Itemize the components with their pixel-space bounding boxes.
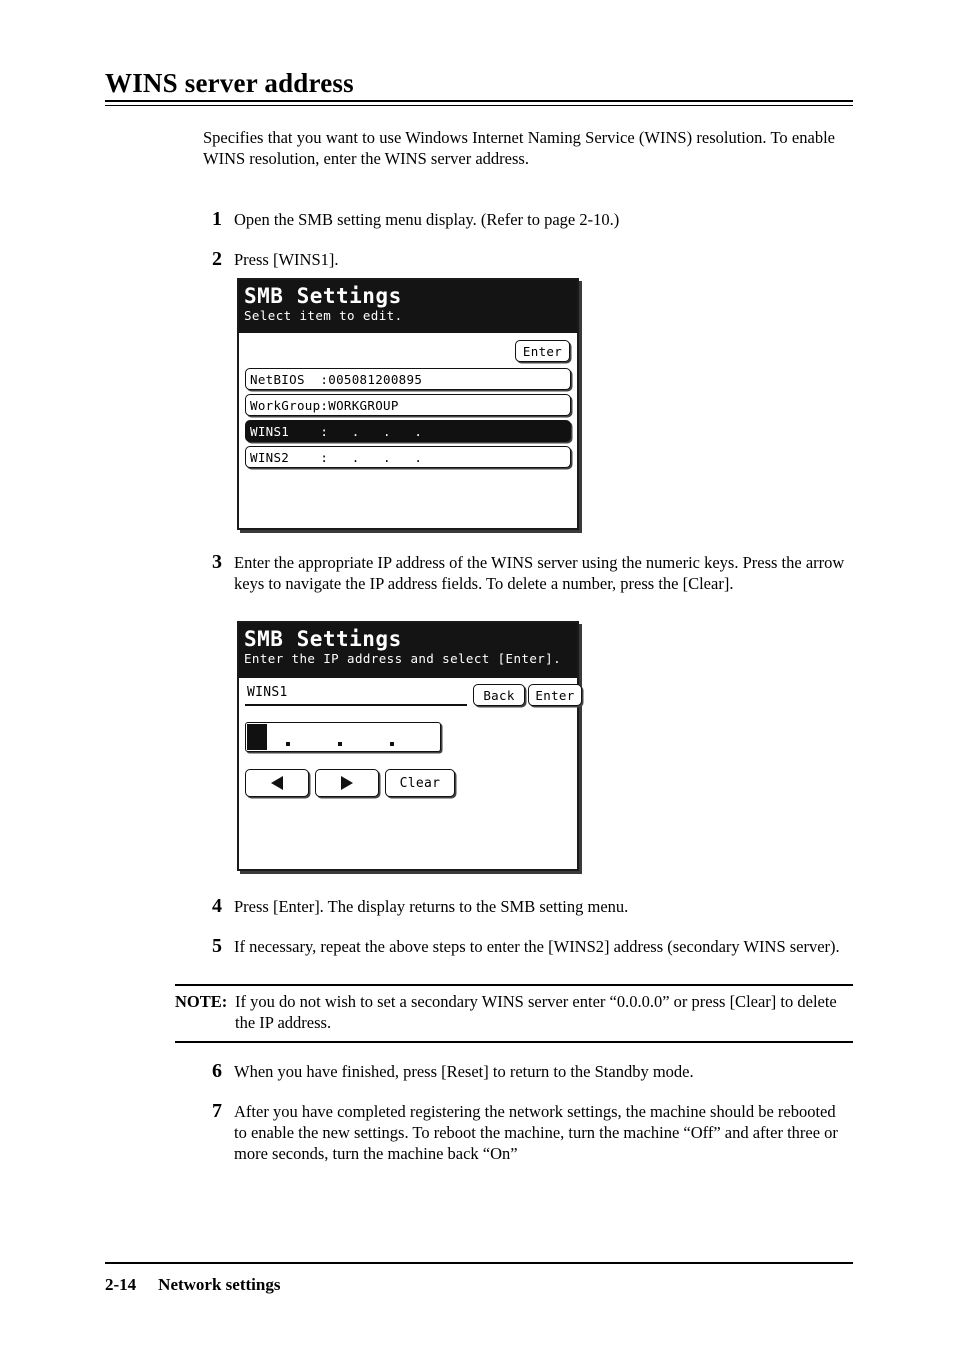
lcd2-header: SMB Settings Enter the IP address and se…	[239, 623, 577, 678]
lcd1-row-netbios[interactable]: NetBIOS :005081200895	[245, 368, 571, 390]
lcd1-row-netbios-label: NetBIOS :005081200895	[250, 371, 423, 387]
note-label: NOTE:	[175, 992, 228, 1011]
note-text: If you do not wish to set a secondary WI…	[235, 992, 837, 1032]
lcd1-row-wins2-label: WINS2 : . . .	[250, 449, 423, 465]
step-2-number: 2	[212, 248, 222, 270]
clear-button[interactable]: Clear	[385, 769, 455, 797]
lcd2-button-row: Clear	[245, 769, 455, 797]
arrow-left-icon	[271, 776, 283, 790]
ip-separator-dot-3	[390, 742, 394, 746]
lcd1-body: Enter NetBIOS :005081200895 WorkGroup:WO…	[239, 333, 577, 528]
lcd2-title: SMB Settings	[244, 627, 402, 651]
lcd2-subtitle: Enter the IP address and select [Enter].	[244, 651, 562, 666]
lcd2-field-label: WINS1	[247, 685, 288, 700]
note-rule-top	[175, 984, 853, 986]
footer-page-number: 2-14	[105, 1275, 137, 1294]
ip-input-cursor	[247, 724, 267, 750]
lcd1-subtitle: Select item to edit.	[244, 308, 403, 323]
step-6: 6 When you have finished, press [Reset] …	[212, 1061, 852, 1082]
arrow-left-button[interactable]	[245, 769, 309, 797]
step-5-text: If necessary, repeat the above steps to …	[234, 937, 840, 956]
lcd2-field-underline	[245, 704, 467, 706]
lcd2-field-header: WINS1 Back Enter	[245, 683, 582, 713]
step-6-text: When you have finished, press [Reset] to…	[234, 1062, 694, 1081]
footer-rule	[105, 1262, 853, 1264]
step-1: 1 Open the SMB setting menu display. (Re…	[212, 209, 852, 230]
lcd1-topbar: Enter	[245, 338, 571, 365]
step-1-text: Open the SMB setting menu display. (Refe…	[234, 210, 620, 229]
lcd-screenshot-wins1-ip-entry: SMB Settings Enter the IP address and se…	[237, 621, 582, 871]
step-7: 7 After you have completed registering t…	[212, 1101, 852, 1164]
step-6-number: 6	[212, 1060, 222, 1082]
lcd1-row-wins1-label: WINS1 : . . .	[250, 423, 423, 439]
ip-separator-dot-2	[338, 742, 342, 746]
arrow-right-button[interactable]	[315, 769, 379, 797]
step-5-number: 5	[212, 935, 222, 957]
lcd2-enter-button[interactable]: Enter	[528, 684, 582, 706]
lcd1-header: SMB Settings Select item to edit.	[239, 280, 577, 333]
step-3: 3 Enter the appropriate IP address of th…	[212, 552, 852, 594]
ip-separator-dot-1	[286, 742, 290, 746]
lcd1-row-workgroup[interactable]: WorkGroup:WORKGROUP	[245, 394, 571, 416]
footer: 2-14 Network settings	[105, 1275, 280, 1295]
step-4-number: 4	[212, 895, 222, 917]
step-3-number: 3	[212, 551, 222, 573]
note-rule-bottom	[175, 1041, 853, 1043]
step-3-text: Enter the appropriate IP address of the …	[234, 553, 845, 593]
step-2: 2 Press [WINS1].	[212, 249, 852, 270]
ip-address-input[interactable]	[245, 722, 441, 752]
lcd1-row-wins2[interactable]: WINS2 : . . .	[245, 446, 571, 468]
note-block: NOTE: If you do not wish to set a second…	[175, 991, 853, 1033]
title-rule-thin	[105, 105, 853, 106]
lcd2-body: WINS1 Back Enter Clear	[239, 678, 582, 869]
step-1-number: 1	[212, 208, 222, 230]
footer-section-title: Network settings	[158, 1275, 281, 1294]
lcd1-row-workgroup-label: WorkGroup:WORKGROUP	[250, 397, 399, 413]
lcd1-enter-button[interactable]: Enter	[515, 340, 570, 362]
step-7-number: 7	[212, 1100, 222, 1122]
step-7-text: After you have completed registering the…	[234, 1102, 838, 1163]
lcd2-back-button[interactable]: Back	[473, 684, 525, 706]
step-2-text: Press [WINS1].	[234, 250, 339, 269]
lcd1-row-wins1[interactable]: WINS1 : . . .	[245, 420, 571, 442]
step-5: 5 If necessary, repeat the above steps t…	[212, 936, 852, 957]
step-4-text: Press [Enter]. The display returns to th…	[234, 897, 629, 916]
title-rule-thick	[105, 100, 853, 102]
step-4: 4 Press [Enter]. The display returns to …	[212, 896, 852, 917]
arrow-right-icon	[341, 776, 353, 790]
document-page: WINS server address Specifies that you w…	[0, 0, 954, 1348]
intro-paragraph: Specifies that you want to use Windows I…	[203, 128, 835, 168]
lcd-screenshot-smb-settings-list: SMB Settings Select item to edit. Enter …	[237, 278, 579, 530]
lcd1-title: SMB Settings	[244, 284, 402, 308]
page-title: WINS server address	[105, 68, 354, 98]
